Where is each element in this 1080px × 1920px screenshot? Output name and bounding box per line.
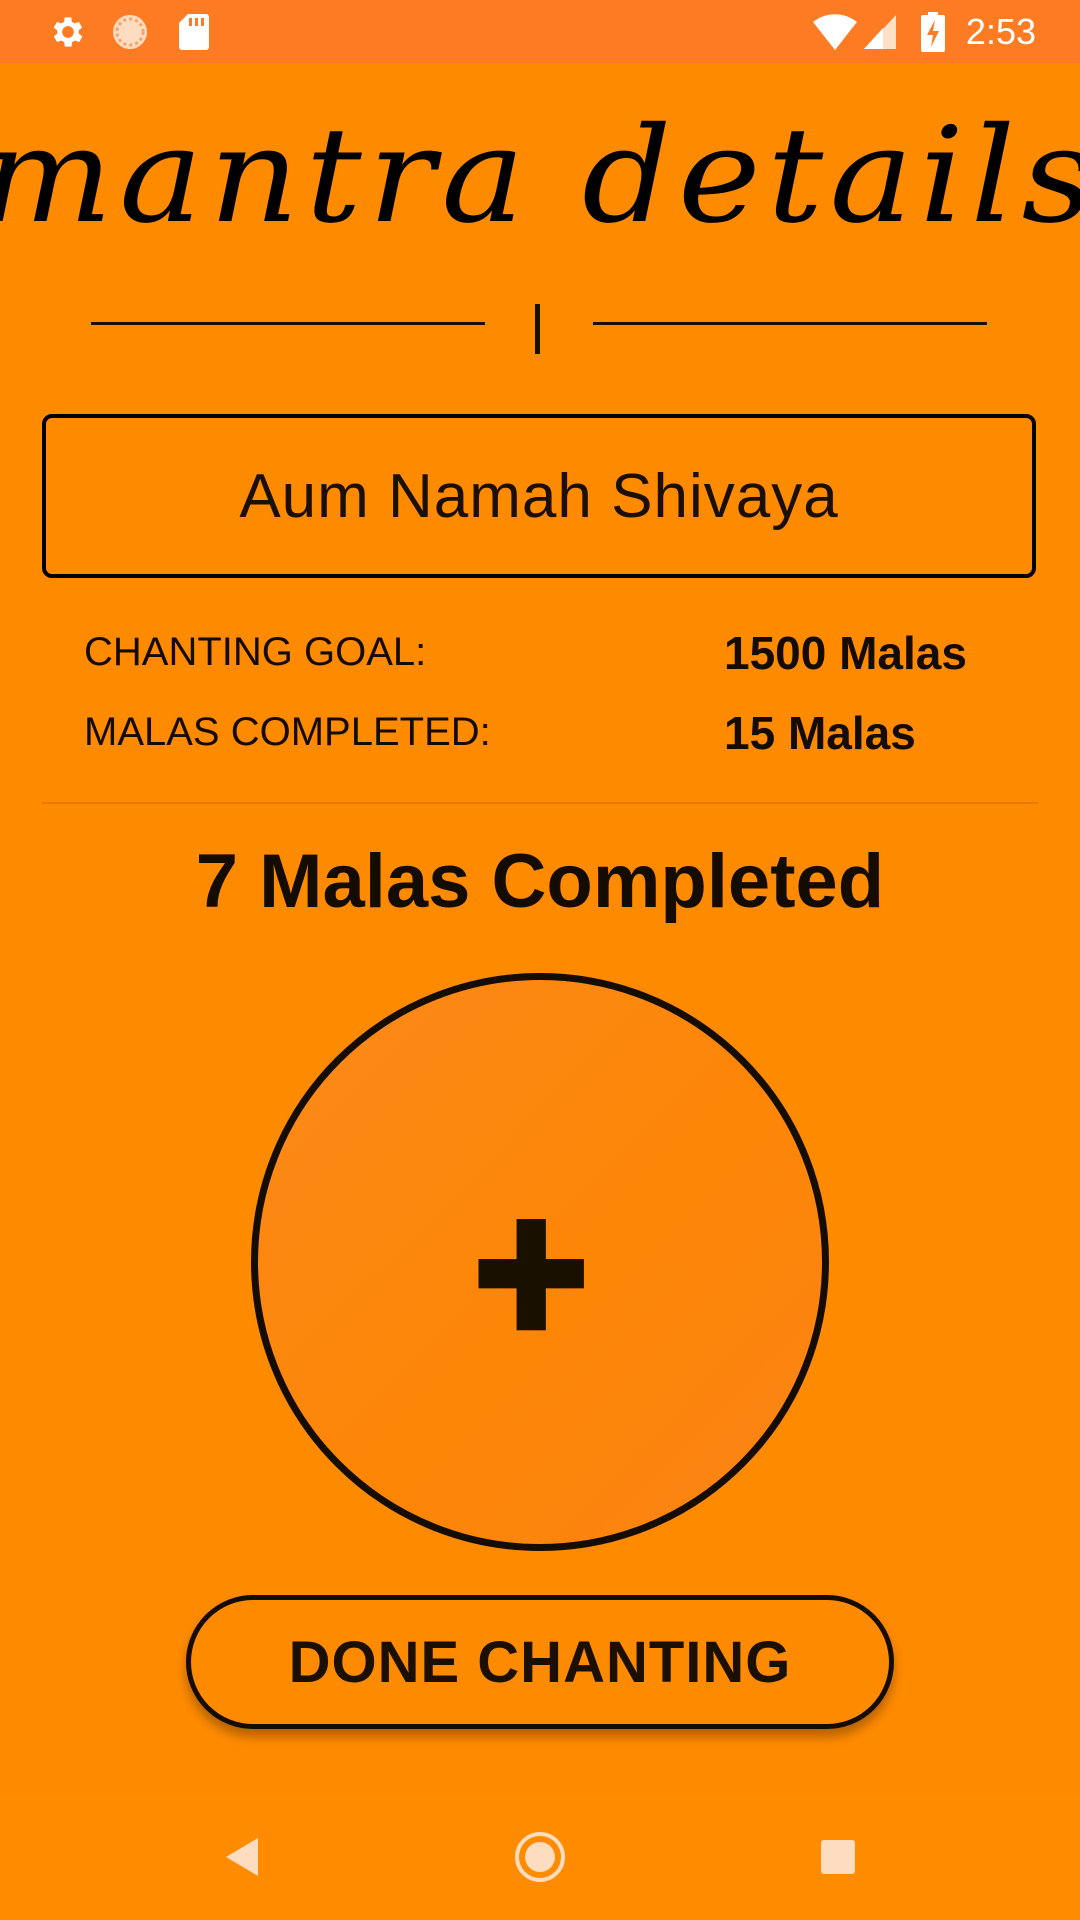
battery-charging-icon (918, 0, 948, 63)
signal-icon (862, 0, 898, 63)
home-icon[interactable] (480, 1794, 600, 1920)
navigation-bar (0, 1794, 1080, 1920)
status-bar: 2:53 (0, 0, 1080, 63)
title-divider-center (535, 304, 540, 354)
recents-icon[interactable] (778, 1794, 898, 1920)
mantra-name-box: Aum Namah Shivaya (42, 414, 1036, 578)
status-time: 2:53 (965, 11, 1036, 52)
malas-completed-value: 15 Malas (724, 707, 916, 759)
wifi-icon (810, 0, 860, 63)
sd-card-icon (174, 0, 214, 63)
back-icon[interactable] (182, 1794, 302, 1920)
title-divider-right (593, 322, 987, 325)
title-divider-left (91, 322, 485, 325)
chanting-goal-value: 1500 Malas (724, 627, 967, 679)
plus-icon (478, 1219, 584, 1331)
done-chanting-label: DONE CHANTING (288, 1629, 792, 1695)
mantra-details-screen: 2:53 mantra details Aum Namah Shivaya CH… (0, 0, 1080, 1920)
malas-completed-label: MALAS COMPLETED: (84, 710, 491, 754)
sync-icon (108, 0, 152, 63)
settings-icon (46, 0, 90, 63)
divider (42, 802, 1038, 804)
mantra-name: Aum Namah Shivaya (239, 461, 839, 531)
done-chanting-button[interactable]: DONE CHANTING (186, 1595, 894, 1729)
increment-mala-button[interactable] (251, 973, 829, 1551)
chanting-goal-label: CHANTING GOAL: (84, 630, 427, 674)
session-completed-text: 7 Malas Completed (195, 839, 885, 924)
page-title: mantra details (0, 99, 1080, 253)
